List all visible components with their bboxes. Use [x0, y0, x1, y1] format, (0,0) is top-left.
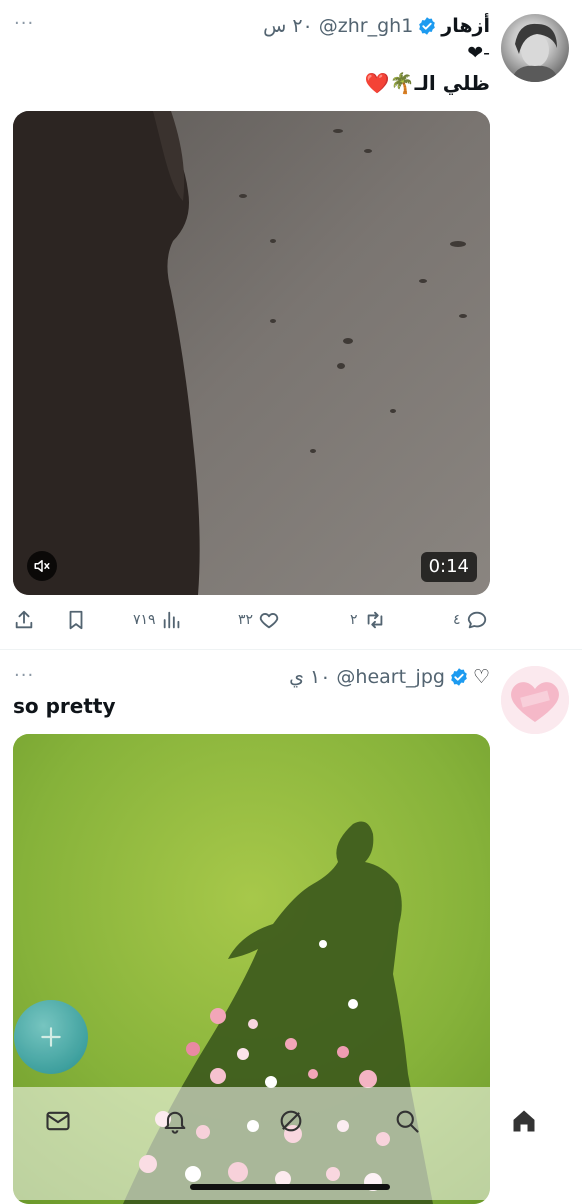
nav-home[interactable]: [508, 1105, 540, 1137]
search-icon: [396, 1110, 419, 1133]
tweet-actions: ٧١٩ ٣٢ ٢ ٤: [13, 604, 490, 636]
grok-icon: [280, 1110, 302, 1132]
notifications-icon: [164, 1111, 186, 1134]
tweet-header: ٢٠ س @zhr_gh1 أزهار: [263, 12, 490, 40]
views-icon: [163, 611, 179, 629]
tweet-header: ١٠ ي @heart_jpg ♡: [289, 663, 490, 691]
tweet-video[interactable]: 0:14: [13, 111, 490, 595]
avatar-image: [511, 23, 559, 82]
more-options-icon[interactable]: ···: [14, 665, 34, 686]
retweet-icon: [367, 611, 382, 629]
avatar[interactable]: [501, 14, 569, 82]
home-icon: [513, 1110, 535, 1132]
video-duration: 0:14: [420, 552, 477, 582]
display-name[interactable]: ♡: [473, 666, 490, 688]
more-options-icon[interactable]: ···: [14, 13, 34, 34]
tweet-time: ٢٠ س: [263, 15, 313, 37]
compose-icon: [41, 1027, 61, 1047]
nav-notifications[interactable]: [159, 1105, 191, 1137]
video-frame: [13, 111, 490, 595]
bookmark-icon: [69, 610, 83, 630]
messages-icon: [46, 1111, 70, 1131]
tweet-text-line2: ظلي الـ🌴❤️: [364, 71, 490, 95]
share-button[interactable]: [13, 604, 35, 636]
tweet-handle[interactable]: @heart_jpg: [336, 666, 445, 688]
replies-count: ٤: [453, 612, 461, 628]
nav-messages[interactable]: [42, 1105, 74, 1137]
share-icon: [15, 610, 33, 629]
views-button[interactable]: ٧١٩: [133, 604, 183, 636]
retweet-button[interactable]: ٢: [350, 604, 387, 636]
volume-muted-icon: [34, 560, 50, 572]
heart-icon: [259, 613, 279, 629]
like-button[interactable]: ٣٢: [238, 604, 280, 636]
mute-toggle-button[interactable]: [27, 551, 57, 581]
views-count: ٧١٩: [133, 612, 156, 628]
verified-badge-icon: [451, 668, 467, 686]
bookmark-button[interactable]: [65, 604, 87, 636]
verified-badge-icon: [419, 17, 436, 35]
tweet-divider: [0, 649, 582, 650]
compose-button[interactable]: [14, 1000, 88, 1074]
tweet-text: so pretty: [13, 694, 116, 718]
nav-grok[interactable]: [275, 1105, 307, 1137]
likes-count: ٣٢: [238, 612, 254, 628]
nav-search[interactable]: [391, 1105, 423, 1137]
tweet-time: ١٠ ي: [289, 666, 331, 688]
reply-button[interactable]: ٤: [453, 604, 488, 636]
tweet-handle[interactable]: @zhr_gh1: [319, 15, 414, 37]
tweet-text-line1: -❤: [467, 42, 490, 64]
avatar[interactable]: [501, 666, 569, 734]
reply-icon: [467, 611, 486, 629]
retweets-count: ٢: [350, 612, 358, 628]
home-indicator: [190, 1184, 390, 1190]
display-name[interactable]: أزهار: [441, 15, 490, 37]
avatar-image: [501, 666, 569, 734]
